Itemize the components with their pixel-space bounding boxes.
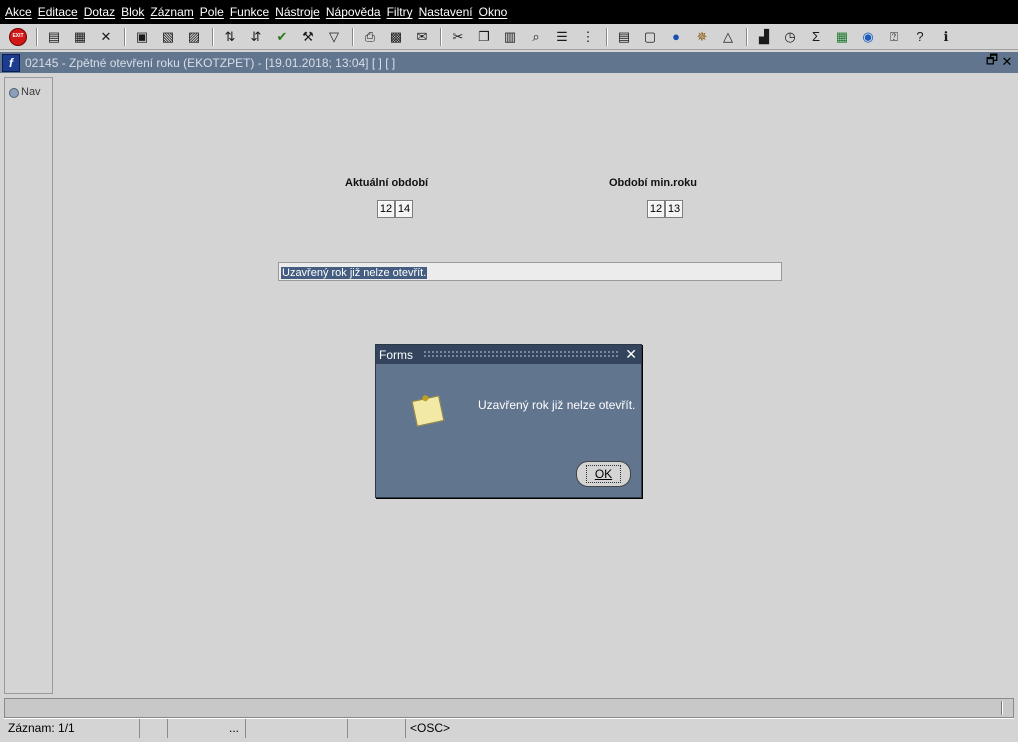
ok-button[interactable]: OK [576, 461, 631, 487]
document-icon[interactable]: ▤ [614, 27, 634, 47]
help-context-icon[interactable]: ⍰ [884, 27, 904, 47]
query-cancel-icon[interactable]: ▨ [184, 27, 204, 47]
status-bar: Záznam: 1/1 ... <OSC> [4, 718, 1014, 738]
save-icon[interactable]: ▢ [640, 27, 660, 47]
window-titlebar: f 02145 - Zpětné otevření roku (EKOTZPET… [0, 52, 1018, 73]
wrench-icon[interactable]: ⚒ [298, 27, 318, 47]
forms-app-icon: f [2, 53, 20, 72]
insert-record-icon[interactable]: ▤ [44, 27, 64, 47]
toolbar: EXIT ▤ ▦ ✕ ▣ ▧ ▨ ⇅ ⇵ ✔ ⚒ ▽ ⎙ ▩ ✉ ✂ ❐ ▥ ⌕… [0, 24, 1018, 50]
menu-dotaz[interactable]: Dotaz [83, 5, 120, 19]
menu-okno[interactable]: Okno [478, 5, 513, 19]
query-execute-icon[interactable]: ▧ [158, 27, 178, 47]
status-cell-empty [140, 719, 168, 738]
cut-icon[interactable]: ✂ [448, 27, 468, 47]
nav-pane: Nav [4, 77, 53, 694]
menu-bar: Akce Editace Dotaz Blok Záznam Pole Funk… [0, 0, 1018, 24]
dialog-close-icon[interactable]: ✕ [625, 346, 637, 363]
nav-radio[interactable] [9, 88, 19, 98]
query-enter-icon[interactable]: ▣ [132, 27, 152, 47]
status-mode: <OSC> [410, 721, 451, 735]
menu-blok[interactable]: Blok [120, 5, 149, 19]
menu-pole[interactable]: Pole [199, 5, 229, 19]
menu-editace[interactable]: Editace [37, 5, 83, 19]
current-period-label: Aktuální období [345, 177, 429, 189]
paste-icon[interactable]: ▥ [500, 27, 520, 47]
print-icon[interactable]: ⎙ [360, 27, 380, 47]
status-cell-empty [348, 719, 406, 738]
tree-icon[interactable]: ⋮ [578, 27, 598, 47]
sort-asc-icon[interactable]: ⇅ [220, 27, 240, 47]
help-icon[interactable]: ? [910, 27, 930, 47]
duplicate-record-icon[interactable]: ▦ [70, 27, 90, 47]
dialog-message: Uzavřený rok již nelze otevřít. [478, 398, 636, 412]
menu-zaznam[interactable]: Záznam [149, 5, 198, 19]
prev-period-month-field[interactable]: 12 [647, 200, 665, 218]
restore-window-icon[interactable]: 🗗 [984, 52, 1000, 70]
calendar-icon[interactable]: ◷ [780, 27, 800, 47]
exit-icon: EXIT [9, 27, 27, 46]
browser-icon[interactable]: ◉ [858, 27, 878, 47]
record-counter: Záznam: 1/1 [4, 719, 140, 738]
menu-napoveda[interactable]: Nápověda [325, 5, 386, 19]
status-list-indicator: ... [168, 719, 246, 738]
menu-filtry[interactable]: Filtry [386, 5, 418, 19]
exit-button[interactable]: EXIT [8, 27, 28, 47]
close-window-icon[interactable]: ✕ [999, 54, 1015, 70]
toolbar-separator [440, 27, 442, 46]
triangle-icon[interactable]: △ [718, 27, 738, 47]
mail-icon[interactable]: ✉ [412, 27, 432, 47]
search-icon[interactable]: ⌕ [526, 27, 546, 47]
alert-dialog: Forms ✕ Uzavřený rok již nelze otevřít. … [375, 344, 642, 498]
note-icon [411, 395, 445, 427]
menu-funkce[interactable]: Funkce [229, 5, 274, 19]
toolbar-separator [746, 27, 748, 46]
ok-button-label: OK [585, 465, 622, 483]
dialog-grip [423, 350, 619, 359]
copy-icon[interactable]: ❐ [474, 27, 494, 47]
menu-akce[interactable]: Akce [4, 5, 37, 19]
excel-icon[interactable]: ▦ [832, 27, 852, 47]
globe-icon[interactable]: ● [666, 27, 686, 47]
menu-nastaveni[interactable]: Nastavení [418, 5, 478, 19]
toolbar-separator [212, 27, 214, 46]
message-line [4, 698, 1014, 718]
chart-icon[interactable]: ▟ [754, 27, 774, 47]
current-period-year-field[interactable]: 14 [395, 200, 413, 218]
prev-period-year-field[interactable]: 13 [665, 200, 683, 218]
sort-desc-icon[interactable]: ⇵ [246, 27, 266, 47]
dialog-title: Forms [379, 347, 413, 362]
list-icon[interactable]: ☰ [552, 27, 572, 47]
message-field-text: Uzavřený rok již nelze otevřít. [281, 267, 428, 279]
prev-period-label: Období min.roku [609, 177, 697, 189]
menu-nastroje[interactable]: Nástroje [274, 5, 325, 19]
message-field[interactable]: Uzavřený rok již nelze otevřít. [278, 262, 782, 281]
info-icon[interactable]: ℹ [936, 27, 956, 47]
delete-record-icon[interactable]: ✕ [96, 27, 116, 47]
dialog-titlebar[interactable]: Forms ✕ [376, 345, 641, 364]
nav-label: Nav [21, 86, 41, 98]
status-cell-empty [246, 719, 348, 738]
sum-icon[interactable]: Σ [806, 27, 826, 47]
toolbar-separator [124, 27, 126, 46]
filter-icon[interactable]: ▽ [324, 27, 344, 47]
toolbar-separator [36, 27, 38, 46]
window-title: 02145 - Zpětné otevření roku (EKOTZPET) … [25, 55, 396, 70]
message-line-divider [1001, 701, 1003, 715]
toolbar-separator [352, 27, 354, 46]
helm-icon[interactable]: ✵ [692, 27, 712, 47]
print-preview-icon[interactable]: ▩ [386, 27, 406, 47]
current-period-month-field[interactable]: 12 [377, 200, 395, 218]
toolbar-separator [606, 27, 608, 46]
check-icon[interactable]: ✔ [272, 27, 292, 47]
